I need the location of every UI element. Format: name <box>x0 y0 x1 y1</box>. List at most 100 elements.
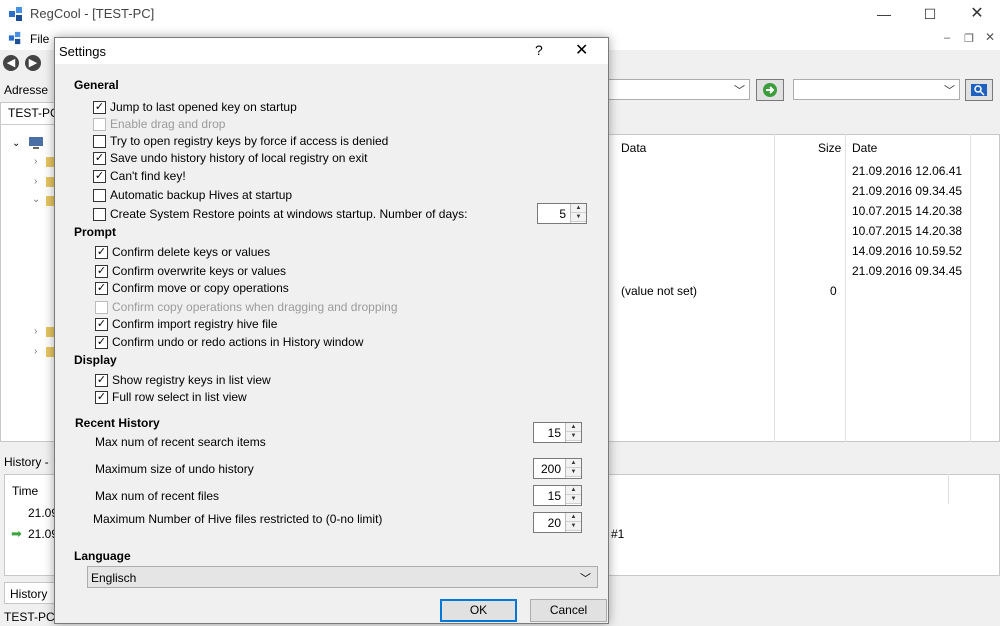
spinner-value: 15 <box>547 489 561 503</box>
option-label: Confirm overwrite keys or values <box>112 264 287 278</box>
window-title: RegCool - [TEST-PC] <box>30 6 155 21</box>
checkbox[interactable] <box>93 117 106 131</box>
back-icon[interactable]: ◀ <box>3 55 19 71</box>
confirm-overwrite-option[interactable]: ✓ Confirm overwrite keys or values <box>95 263 286 279</box>
checkbox[interactable]: ✓ <box>95 245 108 259</box>
restore-points-option[interactable]: Create System Restore points at windows … <box>93 206 468 222</box>
spin-up-icon[interactable]: ▲ <box>566 423 581 432</box>
checkbox[interactable] <box>93 207 106 221</box>
recent-files-spinner[interactable]: 15 ▲ ▼ <box>533 485 582 506</box>
full-row-select-option[interactable]: ✓ Full row select in list view <box>95 389 247 405</box>
mdi-close-icon[interactable]: ✕ <box>985 30 995 44</box>
column-header-date[interactable]: Date <box>852 141 877 155</box>
force-open-keys-option[interactable]: Try to open registry keys by force if ac… <box>93 133 388 149</box>
address-combo[interactable]: ﹀ <box>600 79 750 100</box>
close-window-button[interactable]: ✕ <box>954 0 1000 28</box>
checkbox[interactable]: ✓ <box>95 264 108 278</box>
option-label: Create System Restore points at windows … <box>110 207 468 221</box>
restore-days-spinner[interactable]: 5 ▲ ▼ <box>537 203 587 224</box>
language-select[interactable]: Englisch ﹀ <box>87 566 598 588</box>
tree-root-label: TEST-PC <box>8 106 59 120</box>
confirm-delete-option[interactable]: ✓ Confirm delete keys or values <box>95 244 270 260</box>
tree-expand-icon[interactable]: › <box>34 176 37 187</box>
confirm-move-copy-option[interactable]: ✓ Confirm move or copy operations <box>95 280 289 296</box>
checkbox[interactable]: ✓ <box>95 390 108 404</box>
enable-drag-drop-option[interactable]: Enable drag and drop <box>93 116 225 132</box>
tree-collapse-icon[interactable]: ⌄ <box>32 194 40 205</box>
menu-app-icon <box>8 31 21 45</box>
confirm-drag-copy-option[interactable]: Confirm copy operations when dragging an… <box>95 299 398 315</box>
date-cell: 14.09.2016 10.59.52 <box>852 244 963 258</box>
auto-backup-hives-option[interactable]: Automatic backup Hives at startup <box>93 187 292 203</box>
spin-down-icon[interactable]: ▼ <box>571 213 586 222</box>
spin-down-icon[interactable]: ▼ <box>566 495 581 504</box>
divider <box>0 124 56 125</box>
show-keys-in-list-option[interactable]: ✓ Show registry keys in list view <box>95 372 271 388</box>
spinner-value: 15 <box>547 426 561 440</box>
recent-search-spinner[interactable]: 15 ▲ ▼ <box>533 422 582 443</box>
cancel-button[interactable]: Cancel <box>530 599 607 622</box>
checkbox[interactable]: ✓ <box>95 335 108 349</box>
minimize-button[interactable]: — <box>861 0 907 28</box>
option-label: Confirm move or copy operations <box>112 281 289 295</box>
expand-chevron-icon[interactable]: ⌄ <box>12 138 20 149</box>
checkbox[interactable]: ✓ <box>95 317 108 331</box>
language-heading: Language <box>74 549 131 563</box>
option-label: Enable drag and drop <box>110 117 226 131</box>
tree-expand-icon[interactable]: › <box>34 156 37 167</box>
spin-up-icon[interactable]: ▲ <box>566 486 581 495</box>
checkbox[interactable]: ✓ <box>93 151 106 165</box>
save-undo-history-option[interactable]: ✓ Save undo history history of local regi… <box>93 150 367 166</box>
go-button[interactable] <box>756 79 784 101</box>
search-combo[interactable]: ﹀ <box>793 79 960 100</box>
history-row-suffix: #1 <box>611 527 625 541</box>
spin-up-icon[interactable]: ▲ <box>566 513 581 522</box>
tree-expand-icon[interactable]: › <box>34 346 37 357</box>
mdi-minimize-icon[interactable]: – <box>944 32 950 44</box>
option-label: Can't find key! <box>110 169 186 183</box>
spin-down-icon[interactable]: ▼ <box>566 522 581 531</box>
column-header-size[interactable]: Size <box>818 141 841 155</box>
tree-expand-icon[interactable]: › <box>34 326 37 337</box>
checkbox[interactable]: ✓ <box>95 373 108 387</box>
forward-icon[interactable]: ▶ <box>25 55 41 71</box>
checkbox[interactable]: ✓ <box>95 281 108 295</box>
spin-down-icon[interactable]: ▼ <box>566 432 581 441</box>
option-label: Confirm import registry hive file <box>112 317 278 331</box>
option-label: Jump to last opened key on startup <box>110 100 297 114</box>
menu-file[interactable]: File <box>30 32 49 46</box>
dialog-close-button[interactable]: ✕ <box>575 40 588 60</box>
spinner-value: 200 <box>540 462 561 476</box>
confirm-undo-redo-option[interactable]: ✓ Confirm undo or redo actions in History… <box>95 334 363 350</box>
history-panel-title: History - <box>4 455 49 469</box>
date-cell: 10.07.2015 14.20.38 <box>852 204 963 218</box>
help-button[interactable]: ? <box>535 42 543 58</box>
checkbox[interactable] <box>95 300 108 314</box>
checkbox[interactable]: ✓ <box>93 169 106 183</box>
tree-panel <box>0 102 56 442</box>
current-arrow-icon: ➡ <box>11 526 22 541</box>
mdi-restore-icon[interactable]: ❐ <box>964 32 974 45</box>
checkbox[interactable] <box>93 134 106 148</box>
history-time-header[interactable]: Time <box>12 484 38 498</box>
hive-files-spinner[interactable]: 20 ▲ ▼ <box>533 512 582 533</box>
ok-button[interactable]: OK <box>440 599 517 622</box>
confirm-import-hive-option[interactable]: ✓ Confirm import registry hive file <box>95 316 277 332</box>
spin-up-icon[interactable]: ▲ <box>566 459 581 468</box>
cant-find-key-option[interactable]: ✓ Can't find key! <box>93 168 186 184</box>
date-cell: 10.07.2015 14.20.38 <box>852 224 963 238</box>
checkbox[interactable]: ✓ <box>93 100 106 114</box>
prompt-heading: Prompt <box>74 225 116 239</box>
search-button[interactable] <box>965 79 993 101</box>
date-cell: 21.09.2016 09.34.45 <box>852 184 963 198</box>
undo-size-spinner[interactable]: 200 ▲ ▼ <box>533 458 582 479</box>
spin-down-icon[interactable]: ▼ <box>566 468 581 477</box>
maximize-button[interactable]: ☐ <box>907 0 953 28</box>
jump-to-last-key-option[interactable]: ✓ Jump to last opened key on startup <box>93 99 297 115</box>
spin-up-icon[interactable]: ▲ <box>571 204 586 213</box>
option-label: Full row select in list view <box>112 390 247 404</box>
checkbox[interactable] <box>93 188 106 202</box>
history-tab-label: History <box>10 587 48 601</box>
column-header-data[interactable]: Data <box>621 141 646 155</box>
settings-dialog: Settings ? ✕ General ✓ Jump to last opene… <box>54 37 609 624</box>
